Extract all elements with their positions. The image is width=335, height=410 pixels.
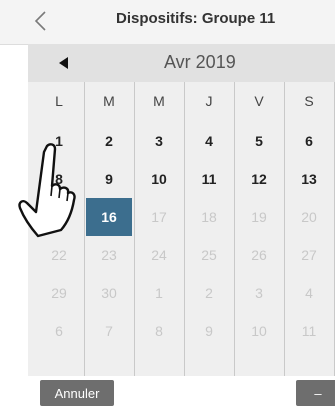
day-cell[interactable]: 13 (284, 160, 334, 198)
day-cell[interactable]: 8 (34, 160, 84, 198)
app-window: Dispositifs: Groupe 11 Avr 2019 LMMJVSD1… (0, 0, 335, 410)
selected-day-cell[interactable]: 16 (86, 198, 132, 236)
day-cell: 7 (105, 323, 113, 339)
triangle-left-icon (59, 57, 68, 69)
back-button[interactable] (28, 6, 52, 36)
day-cell: 3 (255, 285, 263, 301)
calendar-picker: Avr 2019 LMMJVSD123456789101112131415161… (28, 44, 335, 376)
cancel-button[interactable]: Annuler (40, 380, 114, 406)
day-cell[interactable]: 15 (34, 198, 84, 236)
day-cell: 26 (251, 247, 267, 263)
day-cell: 19 (251, 209, 267, 225)
day-cell[interactable]: 12 (234, 160, 284, 198)
weekday-header: J (205, 93, 213, 109)
calendar-grid: LMMJVSD123456789101112131415161718192021… (28, 82, 335, 376)
day-cell: 29 (51, 285, 67, 301)
day-cell[interactable]: 4 (184, 122, 234, 160)
day-cell: 22 (51, 247, 67, 263)
weekday-header: S (304, 93, 314, 109)
month-label: Avr 2019 (164, 52, 236, 72)
weekday-header: M (153, 93, 165, 109)
day-cell[interactable]: 1 (34, 122, 84, 160)
day-cell: 17 (151, 209, 167, 225)
day-cell: 6 (55, 323, 63, 339)
window-title: Dispositifs: Groupe 11 (116, 10, 276, 27)
title-bar: Dispositifs: Groupe 11 (0, 0, 335, 45)
day-cell: 27 (301, 247, 317, 263)
day-cell: 23 (101, 247, 117, 263)
day-cell: 2 (205, 285, 213, 301)
day-cell[interactable]: 9 (84, 160, 134, 198)
day-cell: 18 (201, 209, 217, 225)
month-header: Avr 2019 (28, 44, 335, 82)
day-cell[interactable]: 3 (134, 122, 184, 160)
day-cell: 1 (155, 285, 163, 301)
day-cell: 4 (305, 285, 313, 301)
confirm-button[interactable]: – (296, 380, 335, 406)
day-cell[interactable]: 11 (184, 160, 234, 198)
weekday-header: L (55, 93, 63, 109)
day-cell[interactable]: 2 (84, 122, 134, 160)
prev-month-button[interactable] (56, 55, 72, 71)
day-cell: 9 (205, 323, 213, 339)
day-cell[interactable]: 5 (234, 122, 284, 160)
day-cell[interactable]: 10 (134, 160, 184, 198)
weekday-header: M (103, 93, 115, 109)
day-cell: 30 (101, 285, 117, 301)
day-cell: 8 (155, 323, 163, 339)
footer-bar: Annuler – (0, 376, 335, 410)
day-cell: 11 (301, 323, 317, 339)
weekday-header: V (254, 93, 264, 109)
day-cell: 25 (201, 247, 217, 263)
day-cell: 10 (251, 323, 267, 339)
day-cell: 20 (301, 209, 317, 225)
day-cell: 24 (151, 247, 167, 263)
chevron-left-icon (34, 11, 46, 31)
day-cell[interactable]: 6 (284, 122, 334, 160)
